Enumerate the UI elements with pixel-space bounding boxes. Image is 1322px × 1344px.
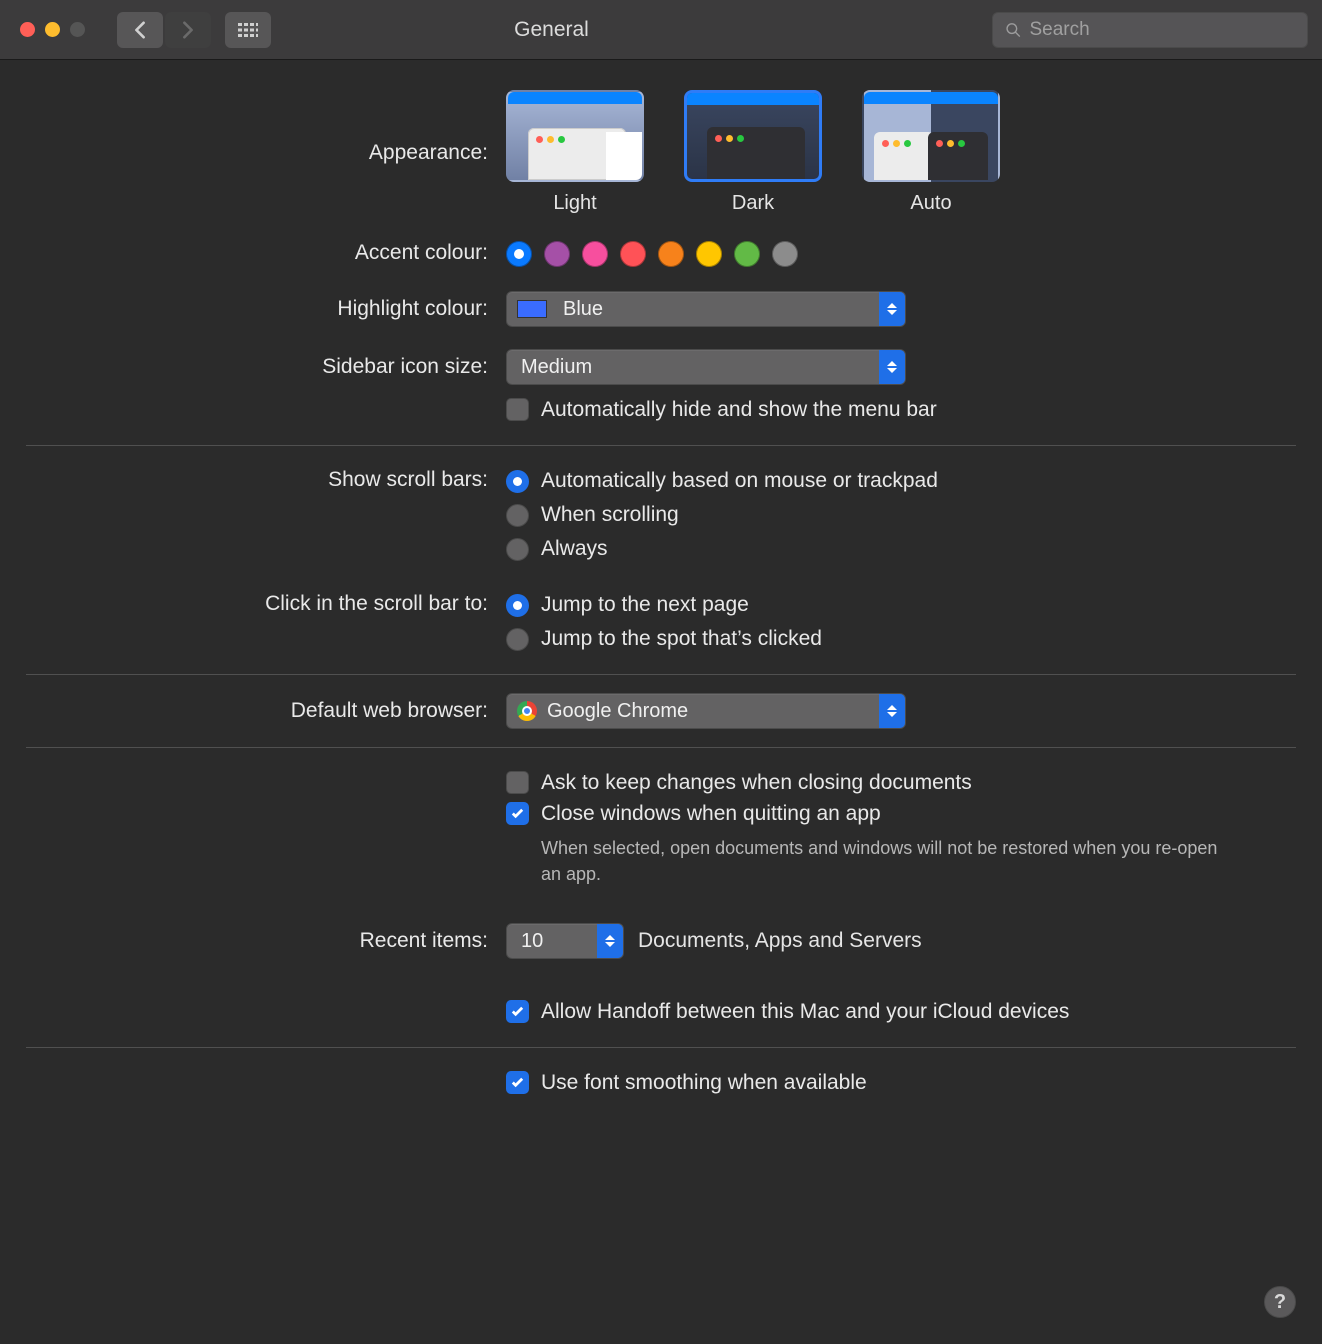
radio-dot <box>506 504 529 527</box>
default-browser-label: Default web browser: <box>26 695 506 727</box>
window-title: General <box>125 18 978 42</box>
appearance-option-dark[interactable]: Dark <box>684 90 822 215</box>
handoff-checkbox[interactable]: Allow Handoff between this Mac and your … <box>506 998 1296 1026</box>
scrollbars-radio-always[interactable]: Always <box>506 532 1296 566</box>
appearance-thumb-dark <box>684 90 822 182</box>
ask-keep-changes-label: Ask to keep changes when closing documen… <box>541 769 972 797</box>
checkbox-box <box>506 1000 529 1023</box>
scrollclick-radio-nextpage[interactable]: Jump to the next page <box>506 588 1296 622</box>
appearance-label: Appearance: <box>26 137 506 169</box>
chevron-updown-icon <box>597 924 623 958</box>
titlebar: General <box>0 0 1322 60</box>
ask-keep-changes-checkbox[interactable]: Ask to keep changes when closing documen… <box>506 769 1296 797</box>
autohide-menubar-checkbox[interactable]: Automatically hide and show the menu bar <box>506 396 1296 424</box>
traffic-lights <box>20 22 85 37</box>
zoom-window-button <box>70 22 85 37</box>
scrollbars-radio-label: Always <box>541 532 608 566</box>
accent-swatch-red[interactable] <box>620 241 646 267</box>
highlight-swatch-icon <box>517 300 547 318</box>
search-field-wrap[interactable] <box>992 12 1308 48</box>
scrollclick-radio-label: Jump to the spot that’s clicked <box>541 622 822 656</box>
accent-colour-picker <box>506 239 1296 267</box>
recent-items-select[interactable]: 10 <box>506 923 624 959</box>
highlight-colour-value: Blue <box>557 298 905 321</box>
autohide-menubar-label: Automatically hide and show the menu bar <box>541 396 937 424</box>
close-window-button[interactable] <box>20 22 35 37</box>
radio-dot <box>506 628 529 651</box>
font-smoothing-label: Use font smoothing when available <box>541 1069 867 1097</box>
minimize-window-button[interactable] <box>45 22 60 37</box>
appearance-option-auto[interactable]: Auto <box>862 90 1000 215</box>
chevron-updown-icon <box>879 292 905 326</box>
font-smoothing-checkbox[interactable]: Use font smoothing when available <box>506 1069 1296 1097</box>
search-input[interactable] <box>1029 19 1295 41</box>
help-button[interactable]: ? <box>1264 1286 1296 1318</box>
accent-swatch-graphite[interactable] <box>772 241 798 267</box>
checkbox-box <box>506 398 529 421</box>
chevron-updown-icon <box>879 694 905 728</box>
close-windows-quitting-label: Close windows when quitting an app <box>541 800 881 828</box>
appearance-thumb-light <box>506 90 644 182</box>
separator <box>26 445 1296 446</box>
close-windows-quitting-checkbox[interactable]: Close windows when quitting an app <box>506 800 1296 828</box>
highlight-colour-label: Highlight colour: <box>26 293 506 325</box>
separator <box>26 1047 1296 1048</box>
radio-dot <box>506 470 529 493</box>
accent-swatch-pink[interactable] <box>582 241 608 267</box>
recent-items-label: Recent items: <box>26 925 506 957</box>
search-icon <box>1005 21 1021 39</box>
accent-swatch-purple[interactable] <box>544 241 570 267</box>
default-browser-value: Google Chrome <box>537 700 905 723</box>
show-scrollbars-label: Show scroll bars: <box>26 464 506 496</box>
separator <box>26 747 1296 748</box>
checkbox-box <box>506 771 529 794</box>
accent-swatch-green[interactable] <box>734 241 760 267</box>
scrollbars-radio-label: Automatically based on mouse or trackpad <box>541 464 938 498</box>
appearance-option-label: Auto <box>910 192 951 215</box>
chrome-icon <box>517 701 537 721</box>
radio-dot <box>506 538 529 561</box>
chevron-updown-icon <box>879 350 905 384</box>
appearance-option-label: Dark <box>732 192 774 215</box>
appearance-thumb-auto <box>862 90 1000 182</box>
radio-dot <box>506 594 529 617</box>
appearance-options: Light Dark Auto <box>506 90 1296 215</box>
accent-swatch-orange[interactable] <box>658 241 684 267</box>
sidebar-icon-size-select[interactable]: Medium <box>506 349 906 385</box>
highlight-colour-select[interactable]: Blue <box>506 291 906 327</box>
checkbox-box <box>506 1071 529 1094</box>
checkbox-box <box>506 802 529 825</box>
accent-swatch-yellow[interactable] <box>696 241 722 267</box>
scrollbars-radio-auto[interactable]: Automatically based on mouse or trackpad <box>506 464 1296 498</box>
handoff-label: Allow Handoff between this Mac and your … <box>541 998 1069 1026</box>
scrollbars-radio-scrolling[interactable]: When scrolling <box>506 498 1296 532</box>
sidebar-icon-size-label: Sidebar icon size: <box>26 351 506 383</box>
separator <box>26 674 1296 675</box>
scrollclick-radio-label: Jump to the next page <box>541 588 749 622</box>
default-browser-select[interactable]: Google Chrome <box>506 693 906 729</box>
recent-items-suffix: Documents, Apps and Servers <box>638 929 922 953</box>
scrollclick-radio-spot[interactable]: Jump to the spot that’s clicked <box>506 622 1296 656</box>
accent-swatch-blue[interactable] <box>506 241 532 267</box>
close-windows-quitting-subtext: When selected, open documents and window… <box>506 831 1226 887</box>
scrollbars-radio-label: When scrolling <box>541 498 679 532</box>
appearance-option-light[interactable]: Light <box>506 90 644 215</box>
appearance-option-label: Light <box>553 192 596 215</box>
accent-colour-label: Accent colour: <box>26 237 506 269</box>
scrollclick-label: Click in the scroll bar to: <box>26 588 506 620</box>
sidebar-icon-size-value: Medium <box>507 356 905 379</box>
